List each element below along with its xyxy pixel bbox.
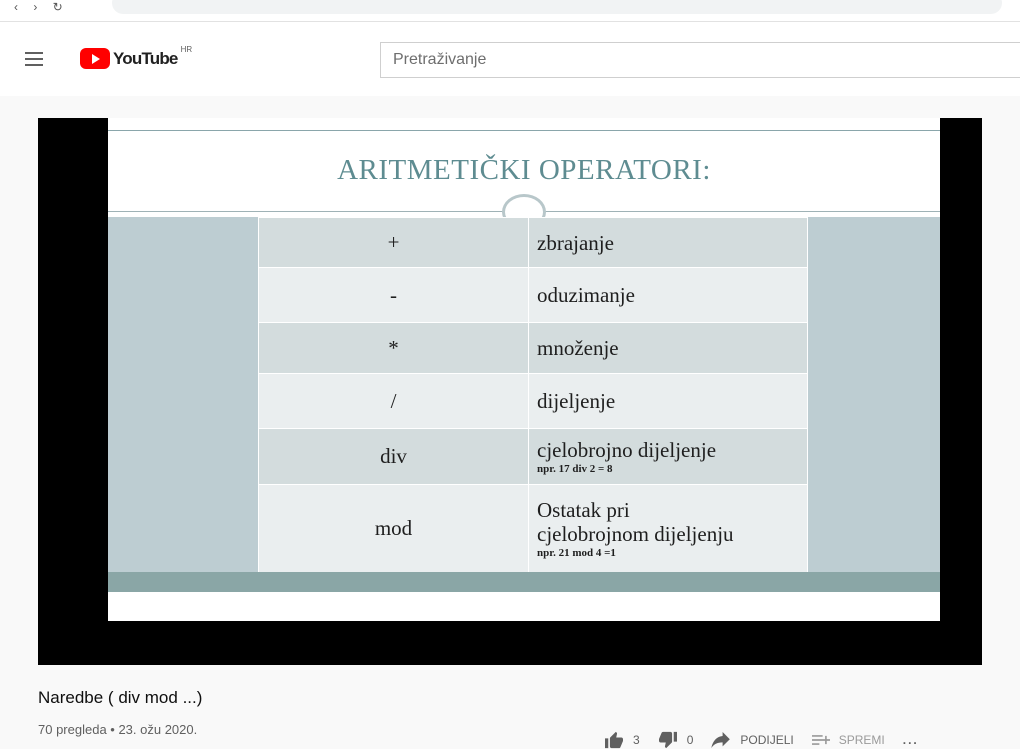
country-code: HR (180, 45, 193, 54)
table-row: * množenje (258, 322, 808, 374)
save-label: SPREMI (838, 733, 885, 747)
slide-title: ARITMETIČKI OPERATORI: (337, 154, 711, 186)
description-cell: množenje (528, 322, 808, 374)
description-cell: oduzimanje (528, 267, 808, 323)
like-button[interactable]: 3 (604, 731, 640, 749)
playlist-add-icon (811, 735, 830, 745)
video-player[interactable]: ARITMETIČKI OPERATORI: + zbrajanje - odu… (38, 118, 982, 665)
description-text: cjelobrojno dijeljenje (537, 437, 717, 462)
operator-cell: * (258, 322, 529, 374)
description-cell: Ostatak pri cjelobrojnom dijeljenju npr.… (528, 484, 808, 573)
thumbs-up-icon (605, 731, 623, 749)
description-cell: cjelobrojno dijeljenje npr. 17 div 2 = 8 (528, 428, 808, 485)
description-text: Ostatak pri (537, 497, 630, 522)
share-label: PODIJELI (740, 733, 794, 747)
browser-nav-icons[interactable]: ‹ › ↻ (14, 0, 69, 14)
slide-bottom-band (108, 572, 940, 592)
page: ‹ › ↻ YouTube HR ARITMETIČKI OPERATORI: … (0, 0, 1020, 749)
example-text: npr. 17 div 2 = 8 (537, 462, 613, 475)
hamburger-menu-icon[interactable] (25, 52, 43, 66)
operator-cell: - (258, 267, 529, 323)
masthead: YouTube HR (0, 22, 1020, 96)
logo-text: YouTube (113, 49, 178, 68)
like-count: 3 (633, 733, 640, 747)
description-text-continued: cjelobrojnom dijeljenju (537, 521, 734, 546)
example-text: npr. 21 mod 4 =1 (537, 546, 616, 559)
table-row: mod Ostatak pri cjelobrojnom dijeljenju … (258, 484, 808, 573)
browser-url-bar[interactable] (112, 0, 1002, 14)
operator-cell: div (258, 428, 529, 485)
play-logo-icon (80, 48, 110, 69)
thumbs-down-icon (658, 731, 677, 749)
video-meta: 70 pregleda • 23. ožu 2020. (38, 722, 198, 737)
operator-cell: + (258, 217, 529, 268)
slide-right-panel (808, 217, 940, 572)
video-frame-slide: ARITMETIČKI OPERATORI: + zbrajanje - odu… (108, 118, 940, 621)
video-title: Naredbe ( div mod ...) (38, 688, 203, 707)
share-button[interactable]: PODIJELI (711, 732, 794, 748)
table-row: - oduzimanje (258, 267, 808, 323)
operator-cell: / (258, 373, 529, 429)
description-cell: dijeljenje (528, 373, 808, 429)
table-row: + zbrajanje (258, 217, 808, 268)
slide-top-rule (108, 130, 940, 131)
dislike-count: 0 (686, 733, 694, 747)
video-actions: 3 0 PODIJELI SPREMI ... (604, 731, 919, 749)
dislike-button[interactable]: 0 (658, 731, 694, 749)
operators-table: + zbrajanje - oduzimanje * množenje / di… (258, 217, 808, 573)
search-input[interactable] (380, 42, 1020, 78)
more-actions-button[interactable]: ... (903, 733, 919, 747)
slide-left-panel (108, 217, 258, 572)
browser-address-strip: ‹ › ↻ (0, 0, 1020, 22)
share-arrow-icon (711, 732, 731, 748)
youtube-logo[interactable]: YouTube HR (80, 45, 193, 70)
table-row: div cjelobrojno dijeljenje npr. 17 div 2… (258, 428, 808, 485)
table-row: / dijeljenje (258, 373, 808, 429)
operator-cell: mod (258, 484, 529, 573)
save-button[interactable]: SPREMI (811, 733, 885, 747)
description-cell: zbrajanje (528, 217, 808, 268)
